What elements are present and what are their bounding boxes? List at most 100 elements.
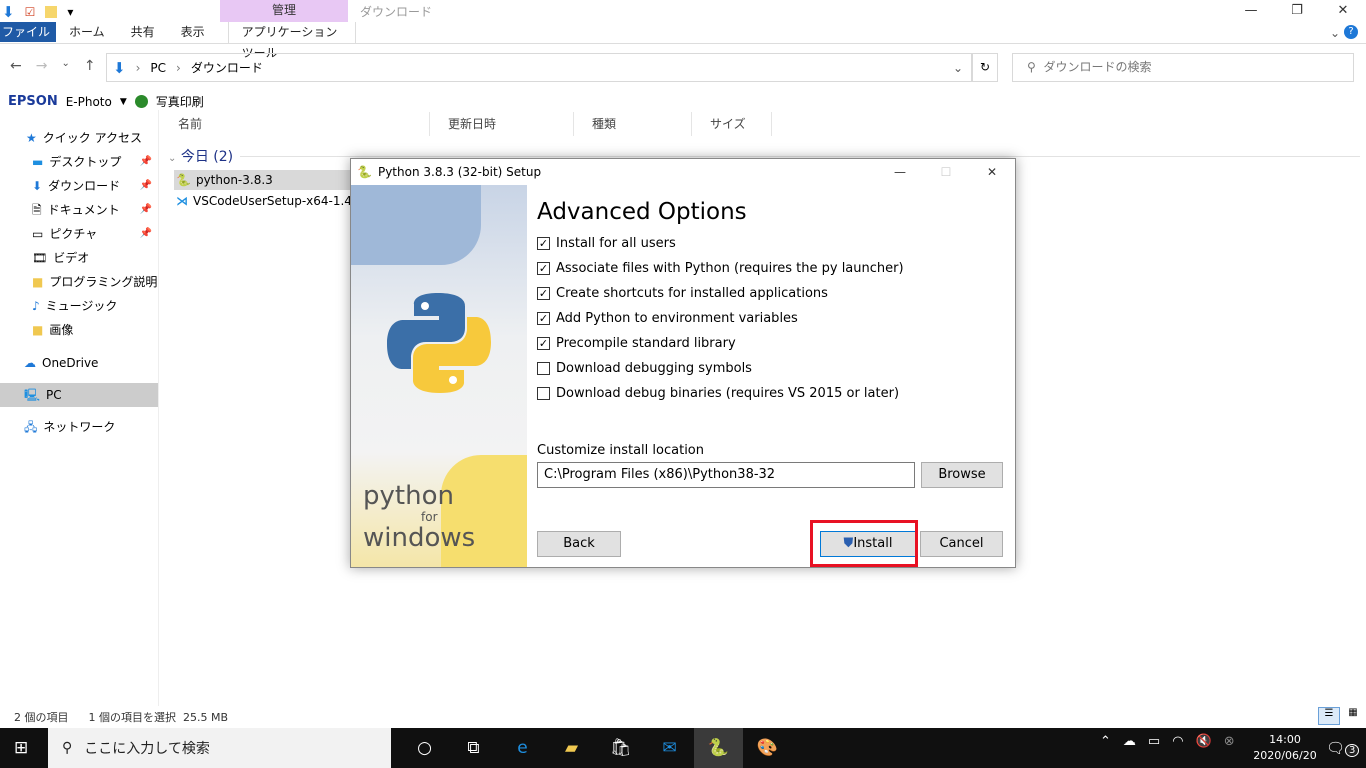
column-type[interactable]: 種類 [574,112,692,136]
store-icon[interactable]: 🛍 [596,728,645,768]
back-button[interactable]: Back [537,531,621,557]
edge-icon[interactable]: e [498,728,547,768]
folder-icon: ■ [32,323,44,337]
expand-ribbon-icon[interactable]: ⌄ [1330,26,1340,40]
address-dropdown-icon[interactable]: ⌄ [953,61,963,75]
option-label: Precompile standard library [556,336,736,351]
option-row[interactable]: ✓ Create shortcuts for installed applicat… [537,281,904,306]
customize-qat-icon[interactable]: ▾ [67,5,73,19]
sidebar-item-programming[interactable]: ■ プログラミング説明 [0,270,158,294]
install-location-input[interactable]: C:\Program Files (x86)\Python38-32 [537,462,915,488]
taskbar-search-input[interactable]: ⚲ ここに入力して検索 [48,728,391,768]
tab-share[interactable]: 共有 [118,22,168,43]
pin-icon[interactable]: 📌 [140,198,152,222]
sidebar-item-onedrive[interactable]: ☁ OneDrive [0,351,158,375]
checkbox[interactable]: ✓ [537,337,550,350]
e-photo-menu[interactable]: E-Photo [66,95,112,109]
browse-button[interactable]: Browse [921,462,1003,488]
tab-application-tools[interactable]: アプリケーション ツール [227,22,356,60]
action-center-icon[interactable]: 🗨 3 [1326,739,1360,757]
details-view-icon[interactable]: ☰ [1318,707,1340,725]
wifi-icon[interactable]: ◠ [1172,734,1183,749]
column-name[interactable]: 名前 [160,112,430,136]
new-folder-icon[interactable] [45,6,58,18]
dialog-maximize-button: ☐ [940,165,952,179]
sidebar-item-images[interactable]: ■ 画像 [0,318,158,342]
file-name: VSCodeUserSetup-x64-1.46.1 [193,194,354,208]
option-row[interactable]: Download debugging symbols [537,356,904,381]
recent-chevron-icon[interactable]: ⌄ [61,58,69,74]
python-setup-taskbar-icon[interactable]: 🐍 [694,728,743,768]
show-hidden-icons-icon[interactable]: ⌃ [1100,734,1111,749]
windows-start-icon[interactable]: ⊞ [14,738,28,758]
sidebar-item-documents[interactable]: 🗎 ドキュメント 📌 [0,198,158,222]
option-row[interactable]: ✓ Add Python to environment variables [537,306,904,331]
pin-icon[interactable]: 📌 [140,174,152,198]
onedrive-icon[interactable]: ☁ [1123,734,1136,749]
cancel-button[interactable]: Cancel [920,531,1003,557]
large-icons-view-icon[interactable]: ▦ [1343,707,1363,725]
sidebar-item-pc[interactable]: 🖳 PC [0,383,158,407]
python-installer-icon: 🐍 [176,173,191,187]
star-icon: ★ [26,131,37,145]
group-header-today[interactable]: ⌄ 今日 (2) [168,146,233,166]
option-row[interactable]: ✓ Install for all users [537,231,904,256]
chevron-down-icon[interactable]: ▼ [120,97,127,107]
paint-icon[interactable]: 🎨 [743,728,792,768]
option-row[interactable]: Download debug binaries (requires VS 201… [537,381,904,406]
sidebar-item-desktop[interactable]: ▬ デスクトップ 📌 [0,150,158,174]
breadcrumb-separator-icon[interactable]: › [136,61,141,75]
tab-view[interactable]: 表示 [168,22,218,43]
checkbox[interactable] [537,362,550,375]
sidebar-item-pictures[interactable]: ▭ ピクチャ 📌 [0,222,158,246]
close-button[interactable]: ✕ [1320,0,1366,22]
dialog-close-button[interactable]: ✕ [969,159,1015,185]
tab-home[interactable]: ホーム [56,22,118,43]
column-date[interactable]: 更新日時 [430,112,574,136]
forward-icon[interactable]: → [36,58,48,74]
pin-icon[interactable]: 📌 [140,222,152,246]
minimize-button[interactable]: — [1228,0,1274,22]
volume-muted-icon[interactable]: 🔇 [1196,734,1212,749]
help-icon[interactable]: ? [1344,25,1358,39]
sidebar-item-downloads[interactable]: ⬇ ダウンロード 📌 [0,174,158,198]
battery-icon[interactable]: ▭ [1148,734,1160,749]
checkbox[interactable] [537,387,550,400]
back-icon[interactable]: ← [10,58,22,74]
checkbox[interactable]: ✓ [537,237,550,250]
chevron-down-icon[interactable]: ⌄ [168,153,176,164]
address-bar[interactable]: ⬇ › PC › ダウンロード ⌄ [106,53,972,82]
sidebar-item-videos[interactable]: 🎞 ビデオ [0,246,158,270]
sidebar-item-quick-access[interactable]: ★ クイック アクセス [0,126,158,150]
breadcrumb-downloads[interactable]: ダウンロード [191,59,263,76]
pin-icon[interactable]: 📌 [140,150,152,174]
sidebar-item-network[interactable]: 🖧 ネットワーク [0,415,158,439]
option-row[interactable]: ✓ Precompile standard library [537,331,904,356]
sidebar-item-music[interactable]: ♪ ミュージック [0,294,158,318]
cortana-icon[interactable]: ○ [400,728,449,768]
checkbox[interactable]: ✓ [537,312,550,325]
properties-icon[interactable]: ☑ [25,5,36,19]
breadcrumb-separator-icon[interactable]: › [176,61,181,75]
clock[interactable]: 14:00 2020/06/20 [1250,732,1320,764]
up-icon[interactable]: ↑ [84,58,96,74]
refresh-icon[interactable]: ↻ [972,53,998,82]
option-row[interactable]: ✓ Associate files with Python (requires t… [537,256,904,281]
column-size[interactable]: サイズ [692,112,772,136]
dialog-minimize-button[interactable]: — [877,159,923,185]
error-icon[interactable]: ⊗ [1224,734,1235,749]
file-explorer-icon[interactable]: ▰ [547,728,596,768]
checkbox[interactable]: ✓ [537,262,550,275]
document-icon: 🗎 [32,203,42,217]
divider [240,156,1360,157]
tab-file[interactable]: ファイル [0,22,56,42]
mail-icon[interactable]: ✉ [645,728,694,768]
file-row[interactable]: 🐍 python-3.8.3 [174,170,354,190]
file-row[interactable]: ⋊ VSCodeUserSetup-x64-1.46.1 [174,191,354,211]
search-input[interactable]: ⚲ ダウンロードの検索 [1012,53,1354,82]
task-view-icon[interactable]: ⧉ [449,728,498,768]
photo-print-button[interactable]: 写真印刷 [156,93,204,110]
restore-button[interactable]: ❐ [1274,0,1320,22]
breadcrumb-pc[interactable]: PC [150,61,166,75]
checkbox[interactable]: ✓ [537,287,550,300]
